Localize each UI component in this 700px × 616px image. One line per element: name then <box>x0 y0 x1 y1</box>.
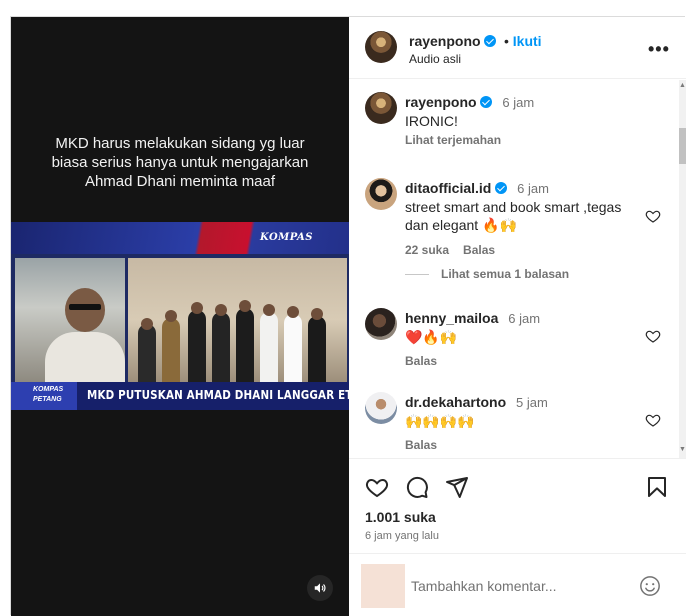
see-translation-link[interactable]: Lihat terjemahan <box>405 133 501 147</box>
avatar[interactable] <box>365 392 397 424</box>
add-comment-bar: Tambahkan komentar... <box>349 553 686 616</box>
comment-time[interactable]: 6 jam <box>502 95 534 110</box>
likes-count[interactable]: 1.001 suka <box>365 509 436 525</box>
post-timestamp[interactable]: 6 jam yang lalu <box>365 530 439 542</box>
user-avatar <box>361 564 405 608</box>
scroll-down-icon[interactable]: ▼ <box>679 446 686 454</box>
separator-dot: • <box>504 33 513 49</box>
comment-input[interactable]: Tambahkan komentar... <box>411 578 557 594</box>
comment-username[interactable]: ditaofficial.id <box>405 180 491 196</box>
author-name[interactable]: rayenpono <box>409 33 497 49</box>
follow-label[interactable]: Ikuti <box>513 33 542 49</box>
figure-3 <box>188 310 206 382</box>
figure-4-head <box>215 304 227 316</box>
avatar[interactable] <box>365 308 397 340</box>
figure-7-head <box>287 306 299 318</box>
guest-glasses <box>69 304 101 310</box>
avatar[interactable] <box>365 31 397 63</box>
comment-bubble-icon[interactable] <box>405 475 429 499</box>
post-modal: MKD harus melakukan sidang yg luar biasa… <box>10 16 686 616</box>
comment-meta: 22 suka Balas <box>405 243 509 257</box>
comment-author[interactable]: henny_mailoa 6 jam <box>405 310 540 326</box>
guest-head <box>65 288 105 332</box>
figure-5 <box>236 308 254 382</box>
reply-button[interactable]: Balas <box>405 354 437 368</box>
post-side-panel: rayenpono • Ikuti Audio asli ••• rayenpo… <box>349 17 686 616</box>
like-heart-icon[interactable] <box>365 475 389 499</box>
program-logo: KOMPAS PETANG <box>11 382 77 410</box>
figure-4 <box>212 312 230 382</box>
reply-button[interactable]: Balas <box>405 438 437 452</box>
comments-list[interactable]: rayenpono 6 jam IRONIC! Lihat terjemahan… <box>349 80 679 458</box>
program-logo-line1: KOMPAS <box>33 386 64 393</box>
post-actions: 1.001 suka 6 jam yang lalu <box>349 458 686 553</box>
follow-button[interactable]: • Ikuti <box>504 33 542 49</box>
lower-third-bar: KOMPAS PETANG MKD PUTUSKAN AHMAD DHANI L… <box>11 382 349 410</box>
guest-body <box>45 332 125 382</box>
video-player[interactable]: MKD harus melakukan sidang yg luar biasa… <box>11 17 349 616</box>
more-options-icon[interactable]: ••• <box>648 39 670 60</box>
bookmark-icon[interactable] <box>645 475 669 499</box>
author-username[interactable]: rayenpono <box>409 33 481 49</box>
comment-text: IRONIC! <box>405 113 458 129</box>
scroll-up-icon[interactable]: ▲ <box>679 82 686 90</box>
verified-badge-icon <box>484 35 497 47</box>
comment-text: 🙌🙌🙌🙌 <box>405 413 475 429</box>
news-broadcast-frame: KOMPAS KOMPAS PETANG MKD PUTUSKAN AHMAD … <box>11 222 349 410</box>
audio-label[interactable]: Audio asli <box>409 52 461 66</box>
comment-meta: Balas <box>405 438 451 452</box>
like-count[interactable]: 22 suka <box>405 243 449 257</box>
comment-meta: Lihat terjemahan <box>405 133 515 147</box>
figure-6 <box>260 312 278 382</box>
figure-1-head <box>141 318 153 330</box>
figure-8 <box>308 316 326 382</box>
scrollbar-thumb[interactable] <box>679 128 686 164</box>
comment-text: street smart and book smart ,tegas dan e… <box>405 199 622 233</box>
comment-username[interactable]: dr.dekahartono <box>405 394 506 410</box>
comment-author[interactable]: ditaofficial.id 6 jam <box>405 180 549 196</box>
comment-meta: Balas <box>405 354 451 368</box>
comment-text: ❤️🔥🙌 <box>405 329 458 345</box>
avatar[interactable] <box>365 92 397 124</box>
view-replies-link[interactable]: Lihat semua 1 balasan <box>405 267 569 281</box>
like-heart-icon[interactable] <box>645 208 661 224</box>
guest-video-feed <box>15 258 125 382</box>
avatar[interactable] <box>365 178 397 210</box>
comment-author[interactable]: rayenpono 6 jam <box>405 94 534 110</box>
comment-time[interactable]: 6 jam <box>508 311 540 326</box>
kompas-tv-logo: KOMPAS <box>260 232 313 243</box>
comment-username[interactable]: rayenpono <box>405 94 477 110</box>
program-logo-line2: PETANG <box>33 396 62 403</box>
group-photo-feed <box>128 258 347 382</box>
figure-5-head <box>239 300 251 312</box>
share-send-icon[interactable] <box>445 475 469 499</box>
news-headline: MKD PUTUSKAN AHMAD DHANI LANGGAR ETIK DP… <box>87 388 349 402</box>
emoji-icon[interactable] <box>639 575 661 597</box>
figure-2 <box>162 318 180 382</box>
figure-7 <box>284 314 302 382</box>
comment-time[interactable]: 6 jam <box>517 181 549 196</box>
video-caption: MKD harus melakukan sidang yg luar biasa… <box>51 135 309 190</box>
figure-2-head <box>165 310 177 322</box>
figure-1 <box>138 324 156 382</box>
comment-author[interactable]: dr.dekahartono 5 jam <box>405 394 548 410</box>
comments-scrollbar[interactable]: ▲ ▼ <box>679 80 686 458</box>
figure-8-head <box>311 308 323 320</box>
like-heart-icon[interactable] <box>645 328 661 344</box>
speaker-icon <box>314 583 326 593</box>
mute-button[interactable] <box>307 575 333 601</box>
figure-3-head <box>191 302 203 314</box>
like-heart-icon[interactable] <box>645 412 661 428</box>
verified-badge-icon <box>480 96 493 108</box>
post-header: rayenpono • Ikuti Audio asli ••• <box>349 17 686 79</box>
figure-6-head <box>263 304 275 316</box>
comment-time[interactable]: 5 jam <box>516 395 548 410</box>
comment-username[interactable]: henny_mailoa <box>405 310 498 326</box>
verified-badge-icon <box>495 182 508 194</box>
reply-button[interactable]: Balas <box>463 243 495 257</box>
